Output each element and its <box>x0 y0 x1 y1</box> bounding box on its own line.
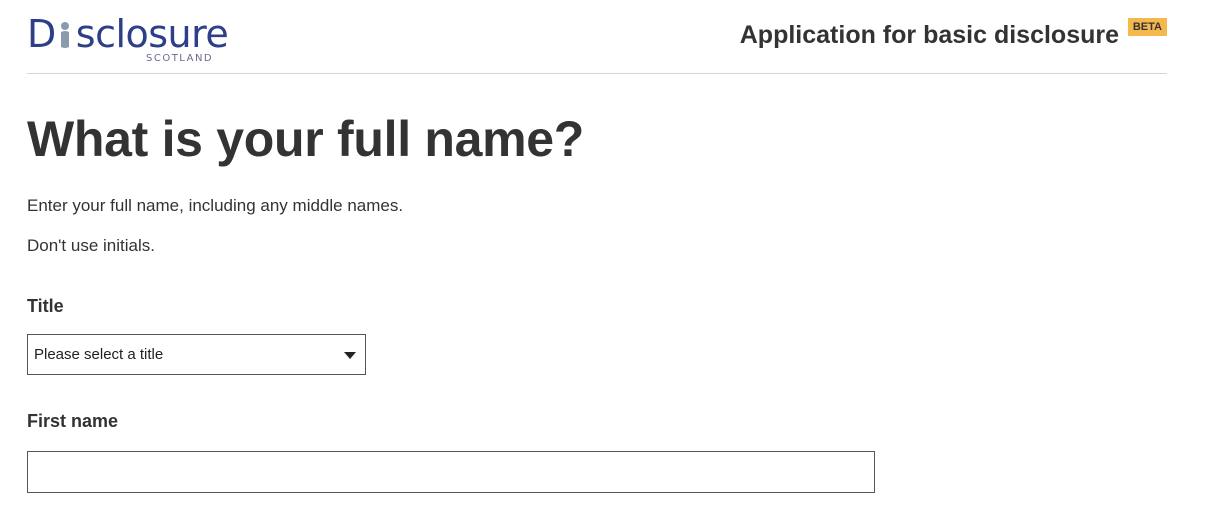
title-select[interactable]: Please select a title <box>27 334 366 375</box>
first-name-input[interactable] <box>27 451 875 493</box>
page-title: What is your full name? <box>27 111 585 167</box>
logo-subtext: SCOTLAND <box>146 53 214 64</box>
hint-text-initials: Don't use initials. <box>27 236 155 255</box>
site-header: Dsclosure SCOTLAND Application for basic… <box>27 0 1167 74</box>
logo-wordmark: Dsclosure <box>27 12 229 56</box>
title-select-value: Please select a title <box>34 346 164 363</box>
logo-text-prefix: D <box>27 12 56 56</box>
hint-text-full-name: Enter your full name, including any midd… <box>27 196 404 215</box>
title-label: Title <box>27 296 64 316</box>
beta-badge: BETA <box>1127 18 1167 36</box>
main-content: What is your full name? Enter your full … <box>27 110 1167 493</box>
person-figure-icon <box>60 22 69 48</box>
page: Dsclosure SCOTLAND Application for basic… <box>0 0 1213 517</box>
logo-figure-slot <box>56 19 76 49</box>
first-name-form-group: First name <box>27 409 1167 493</box>
service-title[interactable]: Application for basic disclosure <box>740 21 1119 50</box>
disclosure-scotland-logo[interactable]: Dsclosure SCOTLAND <box>27 12 229 66</box>
first-name-label: First name <box>27 411 119 431</box>
triangle-down-icon <box>344 352 356 359</box>
title-form-group: Title Please select a title <box>27 294 1167 375</box>
logo-text-suffix: sclosure <box>75 12 229 56</box>
